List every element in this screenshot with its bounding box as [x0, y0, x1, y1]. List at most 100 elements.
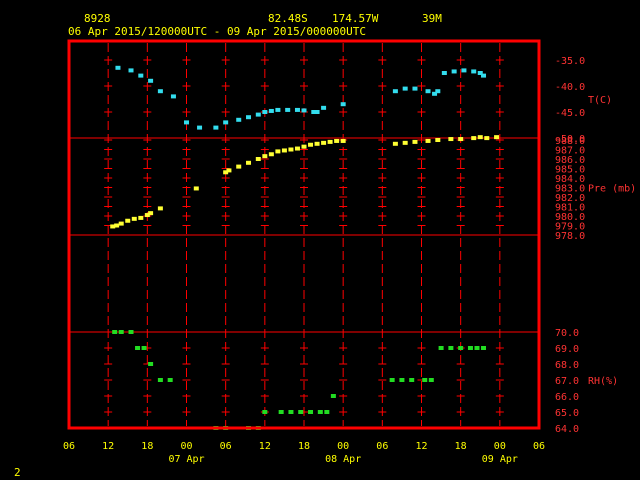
data-point [481, 73, 487, 78]
data-point [236, 117, 242, 122]
data-point [458, 137, 464, 142]
y-tick-labels: -35.0-40.0-45.0-50.0988.0987.0986.0985.0… [555, 56, 585, 435]
data-point [314, 141, 320, 146]
data-point [170, 94, 176, 99]
data-point [308, 142, 314, 147]
data-point [288, 410, 294, 414]
panel-label: RH(%) [588, 376, 618, 387]
data-point [255, 157, 261, 161]
data-point [412, 86, 418, 91]
data-point [314, 110, 320, 114]
data-point [148, 362, 154, 366]
data-point [308, 410, 314, 414]
x-tick-label: 06 [533, 441, 545, 452]
y-tick-label: 65.0 [555, 408, 579, 419]
time-range: 06 Apr 2015/120000UTC - 09 Apr 2015/0000… [68, 25, 366, 38]
y-tick-label: 67.0 [555, 376, 579, 387]
data-point [236, 164, 242, 169]
x-date-label: 09 Apr [482, 454, 518, 465]
y-tick-label: 69.0 [555, 344, 579, 355]
data-point [428, 378, 434, 382]
data-point [148, 78, 154, 83]
y-tick-label: 68.0 [555, 360, 579, 371]
data-point [294, 146, 300, 151]
data-point [301, 144, 307, 149]
x-tick-label: 00 [180, 441, 192, 452]
data-point [138, 73, 144, 78]
x-tick-label: 06 [376, 441, 388, 452]
x-tick-label: 18 [141, 441, 153, 452]
data-point [334, 138, 340, 143]
x-tick-label: 18 [298, 441, 310, 452]
data-point [128, 68, 134, 73]
data-point [458, 346, 464, 350]
data-point [167, 378, 173, 382]
data-point [246, 115, 252, 120]
data-point [471, 69, 477, 74]
data-point [477, 135, 483, 140]
x-tick-label: 00 [494, 441, 506, 452]
data-point [412, 139, 418, 144]
panel-label: Pre (mb) [588, 184, 636, 195]
data-point [321, 105, 327, 110]
data-point [435, 89, 441, 94]
x-tick-label: 12 [102, 441, 114, 452]
data-point [226, 168, 232, 173]
data-point [157, 206, 163, 211]
x-tick-label: 06 [220, 441, 232, 452]
page-number: 2 [14, 466, 21, 479]
data-point [118, 221, 124, 226]
data-point [115, 65, 121, 70]
y-tick-label: 70.0 [555, 328, 579, 339]
data-point [392, 89, 398, 94]
y-tick-label: -40.0 [555, 82, 585, 93]
data-point [262, 410, 268, 414]
data-point [197, 125, 203, 130]
data-point [255, 112, 261, 117]
data-point [451, 69, 457, 74]
data-point [471, 136, 477, 141]
data-point [481, 346, 487, 350]
data-point [128, 330, 134, 334]
x-tick-label: 06 [63, 441, 75, 452]
data-marks [110, 65, 500, 430]
data-point [157, 89, 163, 94]
data-point [422, 378, 428, 382]
data-point [213, 125, 219, 130]
x-date-label: 07 Apr [168, 454, 204, 465]
data-point [392, 141, 398, 146]
data-point [278, 410, 284, 414]
data-point [330, 394, 336, 398]
station-id: 8928 [84, 12, 111, 25]
x-tick-label: 12 [259, 441, 271, 452]
data-point [268, 152, 274, 157]
data-point [148, 211, 154, 216]
data-point [275, 107, 281, 112]
data-point [402, 86, 408, 91]
data-point [327, 139, 333, 144]
data-point [157, 378, 163, 382]
data-point [298, 410, 304, 414]
data-point [184, 120, 189, 125]
data-point [438, 346, 444, 350]
x-tick-label: 00 [337, 441, 349, 452]
data-point [281, 148, 287, 153]
data-point [448, 346, 454, 350]
data-point [288, 147, 294, 152]
data-point [435, 138, 441, 142]
x-tick-label: 18 [455, 441, 467, 452]
y-tick-label: 66.0 [555, 392, 579, 403]
data-point [321, 140, 327, 145]
y-tick-label: 978.0 [555, 231, 585, 242]
x-date-label: 08 Apr [325, 454, 361, 465]
panel-label: T(C) [588, 95, 612, 106]
x-tick-labels: 06 12 18 00 06 12 18 00 06 12 18 00 06 07 Apr 08 Apr 09… [63, 441, 545, 465]
data-point [114, 223, 120, 228]
data-point [399, 378, 405, 382]
elevation: 39M [422, 12, 442, 25]
longitude: 174.57W [332, 12, 379, 25]
data-point [268, 108, 274, 113]
data-point [340, 102, 346, 107]
data-point [317, 410, 323, 414]
data-point [461, 68, 467, 73]
